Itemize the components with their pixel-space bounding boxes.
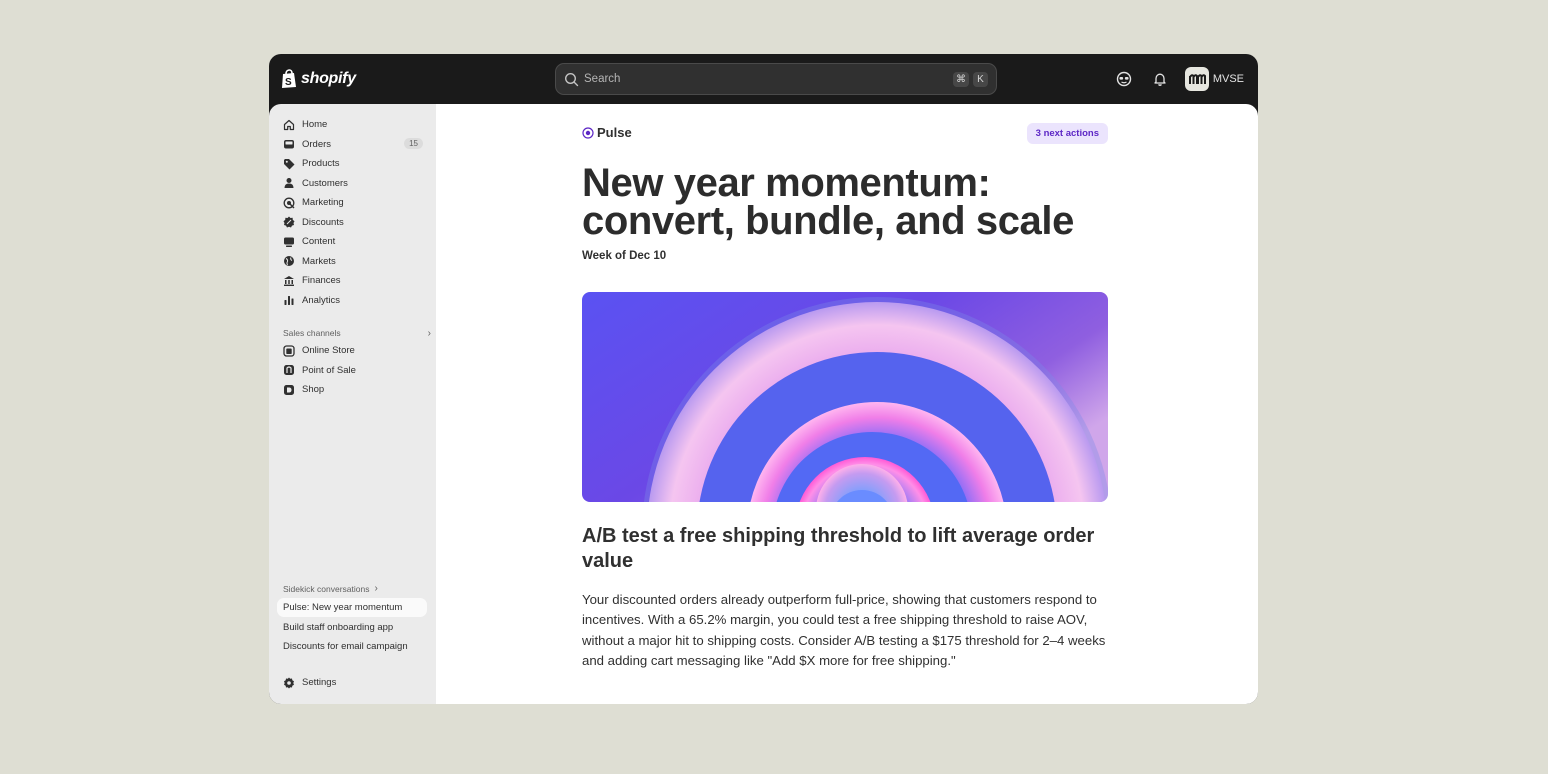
recommendation-title: A/B test a free shipping threshold to li… bbox=[582, 525, 1095, 572]
sales-channels-header[interactable]: Sales channels › bbox=[283, 327, 431, 339]
pulse-header: Pulse 3 next actions bbox=[582, 123, 1108, 145]
chevron-right-icon: › bbox=[374, 583, 378, 594]
sidebar: Home Orders 15 Products Customers Market… bbox=[269, 104, 436, 704]
next-actions-badge[interactable]: 3 next actions bbox=[1026, 123, 1108, 144]
search-placeholder: Search bbox=[584, 73, 621, 85]
week-label: Week of Dec 10 bbox=[582, 250, 667, 262]
shop-icon bbox=[284, 384, 294, 395]
page-title: New year momentum: convert, bundle, and … bbox=[582, 163, 1108, 243]
conversation-item-pulse[interactable]: Pulse: New year momentum bbox=[277, 598, 427, 617]
globe-icon bbox=[284, 256, 294, 266]
shopify-bag-icon: S bbox=[282, 69, 296, 88]
shortcut-mod-key: ⌘ bbox=[953, 71, 969, 87]
recommendation-body: Your discounted orders already outperfor… bbox=[582, 592, 1106, 668]
person-icon bbox=[284, 178, 294, 188]
target-icon bbox=[283, 197, 295, 208]
search-input[interactable]: Search ⌘ K bbox=[555, 63, 997, 95]
sidebar-item-customers[interactable]: Customers bbox=[277, 174, 427, 193]
hero-image bbox=[582, 292, 1108, 502]
pos-icon bbox=[284, 365, 294, 375]
sidekick-conversations-label: Sidekick conversations bbox=[283, 583, 370, 594]
sidekick-button[interactable] bbox=[1111, 66, 1137, 92]
pulse-label: Pulse bbox=[597, 125, 632, 140]
sidebar-item-discounts[interactable]: Discounts bbox=[277, 213, 427, 232]
pulse-brand: Pulse bbox=[582, 125, 632, 140]
sidebar-item-label: Point of Sale bbox=[302, 364, 356, 376]
conversation-label: Discounts for email campaign bbox=[283, 641, 408, 652]
store-icon bbox=[283, 344, 295, 357]
sidebar-item-label: Home bbox=[302, 119, 328, 130]
sidebar-item-label: Marketing bbox=[302, 197, 344, 208]
store-logo-icon bbox=[1188, 74, 1206, 84]
sidebar-item-shop[interactable]: Shop bbox=[277, 380, 427, 399]
tag-icon bbox=[284, 158, 295, 169]
sidebar-item-point-of-sale[interactable]: Point of Sale bbox=[277, 361, 427, 380]
store-avatar[interactable] bbox=[1184, 67, 1209, 91]
home-icon bbox=[283, 119, 295, 130]
conversation-item-onboarding[interactable]: Build staff onboarding app bbox=[277, 618, 427, 637]
shopify-logo[interactable]: S shopify bbox=[280, 69, 356, 89]
sidebar-item-label: Analytics bbox=[302, 294, 341, 306]
sidebar-item-orders[interactable]: Orders 15 bbox=[277, 135, 427, 154]
search-icon bbox=[564, 72, 579, 86]
main-content: Pulse 3 next actions New year momentum: … bbox=[436, 104, 1258, 704]
sidekick-icon bbox=[1116, 71, 1132, 87]
sidebar-item-home[interactable]: Home bbox=[277, 115, 427, 134]
gear-icon bbox=[284, 677, 294, 688]
sidebar-item-label: Markets bbox=[302, 255, 336, 267]
sidebar-item-label: Customers bbox=[302, 177, 348, 189]
sidebar-item-online-store[interactable]: Online Store bbox=[277, 341, 427, 360]
hero-gradient-art bbox=[582, 292, 1108, 502]
bell-icon bbox=[1154, 73, 1166, 86]
sidebar-item-label: Products bbox=[302, 158, 340, 169]
conversation-label: Pulse: New year momentum bbox=[283, 602, 403, 613]
inbox-icon bbox=[284, 140, 294, 149]
discount-icon bbox=[283, 216, 295, 228]
sidebar-item-label: Content bbox=[302, 236, 336, 247]
bank-icon bbox=[284, 275, 294, 286]
store-name[interactable]: MVSE bbox=[1213, 73, 1244, 85]
sidebar-item-label: Finances bbox=[302, 275, 341, 286]
sidebar-item-products[interactable]: Products bbox=[277, 154, 427, 173]
sidebar-item-marketing[interactable]: Marketing bbox=[277, 193, 427, 212]
chevron-right-icon: › bbox=[427, 327, 431, 339]
svg-text:S: S bbox=[285, 77, 292, 88]
sidebar-item-label: Online Store bbox=[302, 345, 355, 356]
sidebar-item-label: Shop bbox=[302, 384, 325, 395]
sidebar-item-label: Orders bbox=[302, 138, 332, 150]
sidebar-item-finances[interactable]: Finances bbox=[277, 271, 427, 290]
title-line-2: convert, bundle, and scale bbox=[582, 199, 1074, 243]
sidebar-item-settings[interactable]: Settings bbox=[277, 673, 427, 692]
content-icon bbox=[284, 237, 294, 247]
settings-label: Settings bbox=[302, 677, 337, 688]
admin-window: S shopify Search ⌘ K MVSE Home Orders 15… bbox=[269, 54, 1258, 704]
pulse-icon bbox=[582, 126, 594, 139]
brand-name: shopify bbox=[301, 70, 356, 87]
chart-icon bbox=[284, 296, 294, 305]
conversation-item-discounts[interactable]: Discounts for email campaign bbox=[277, 637, 427, 656]
sidebar-item-label: Discounts bbox=[302, 216, 344, 228]
top-bar: S shopify Search ⌘ K MVSE bbox=[269, 54, 1258, 104]
shortcut-letter-key: K bbox=[973, 71, 988, 87]
conversation-label: Build staff onboarding app bbox=[283, 621, 394, 633]
sidebar-item-markets[interactable]: Markets bbox=[277, 252, 427, 271]
sidebar-item-analytics[interactable]: Analytics bbox=[277, 291, 427, 310]
notifications-button[interactable] bbox=[1147, 66, 1173, 92]
orders-count-badge: 15 bbox=[404, 137, 423, 149]
top-bar-actions: MVSE bbox=[1111, 66, 1244, 92]
sidebar-item-content[interactable]: Content bbox=[277, 232, 427, 251]
sidekick-conversations-header[interactable]: Sidekick conversations › bbox=[283, 583, 378, 594]
sales-channels-label: Sales channels bbox=[283, 328, 341, 338]
